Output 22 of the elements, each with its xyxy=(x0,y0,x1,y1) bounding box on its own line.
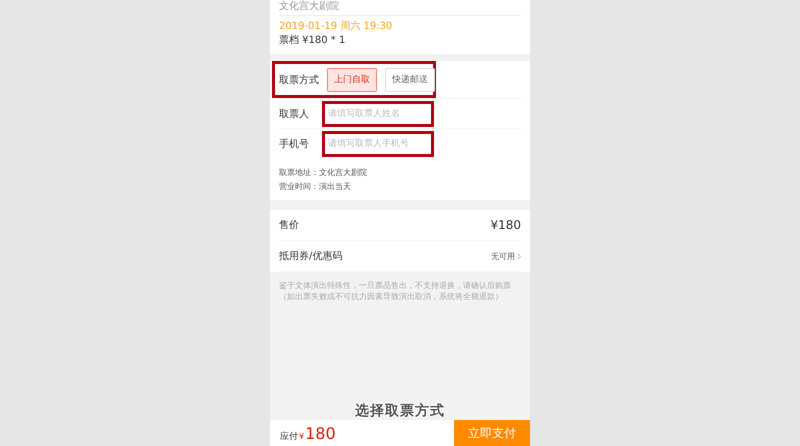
pickup-option[interactable]: 上门自取 xyxy=(327,68,377,92)
currency-sign: ¥ xyxy=(299,432,304,440)
field-label: 取票人 xyxy=(279,108,310,120)
input-field[interactable]: 请填写取票人手机号 xyxy=(322,130,434,156)
row-label: 抵用券/优惠码 xyxy=(279,250,342,263)
due-amount: 180 xyxy=(305,424,336,442)
pickup-option[interactable]: 快递邮送 xyxy=(385,68,435,92)
ticket-tier-text: 票档 ¥180 * 1 xyxy=(279,34,346,48)
price-value: ¥180 xyxy=(490,218,521,232)
info-text: 取票地址：文化宫大剧院 xyxy=(279,167,368,179)
pickup-label: 取票方式 xyxy=(279,74,319,86)
row-label: 售价 xyxy=(279,219,299,232)
coupon-link[interactable]: 无可用 xyxy=(491,250,521,262)
show-time: 2019-01-19 周六 19:30 xyxy=(279,20,394,34)
chevron-icon xyxy=(517,252,521,260)
venue-name: 文化宫大剧院 xyxy=(279,0,340,13)
info-text: 营业时间：演出当天 xyxy=(279,181,352,193)
caption-text: 选择取票方式 xyxy=(354,402,446,420)
due-label: 应付 xyxy=(280,430,298,442)
input-field[interactable]: 请填写取票人姓名 xyxy=(322,100,434,126)
notice-text: 鉴于文体演出特殊性，一旦票品售出，不支持退换，请确认后购票（如出票失败或不可抗力因素导致演出取消，系统将全额退款） xyxy=(279,280,512,302)
field-label: 手机号 xyxy=(279,138,310,150)
